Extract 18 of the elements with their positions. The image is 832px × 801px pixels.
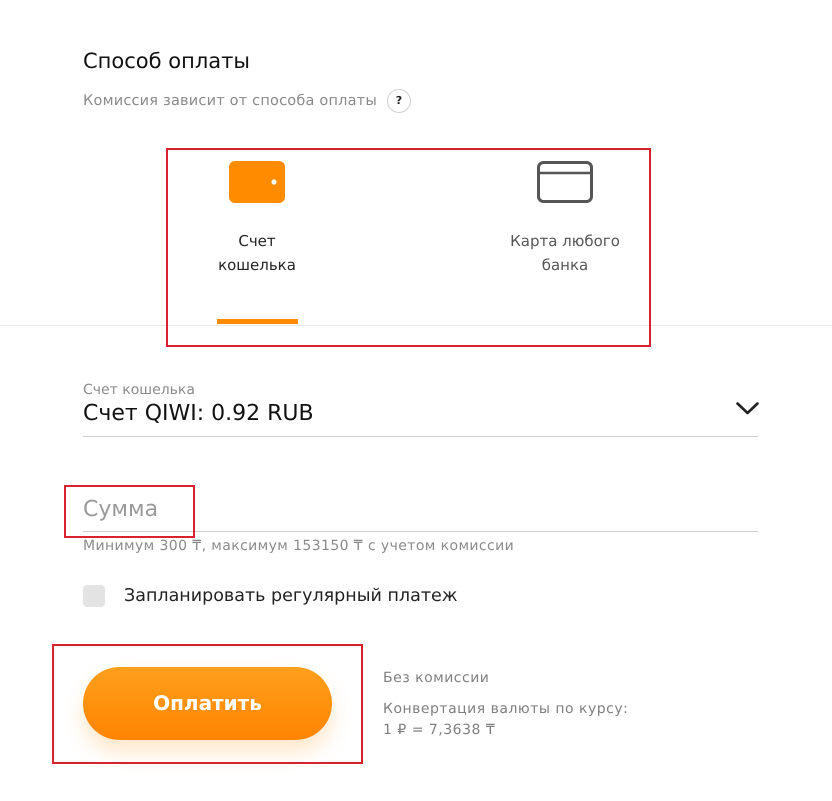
wallet-select[interactable]: Счет кошелька Счет QIWI: 0.92 RUB bbox=[83, 382, 758, 437]
help-button[interactable]: ? bbox=[386, 89, 411, 113]
checkbox[interactable] bbox=[83, 585, 105, 607]
wallet-icon bbox=[229, 161, 285, 203]
info-text: Конвертация валюты по курсу: bbox=[383, 700, 628, 719]
checkbox-label: Запланировать регулярный платеж bbox=[124, 585, 458, 607]
section-subtitle: Комиссия зависит от способа оплаты bbox=[83, 92, 377, 111]
card-icon bbox=[537, 161, 593, 203]
chevron-down-icon bbox=[736, 402, 759, 414]
payment-tab[interactable]: Карта любого банка bbox=[475, 161, 655, 325]
info-text: 1 ₽ = 7,3638 ₸ bbox=[383, 721, 496, 740]
select-value: Счет QIWI: 0.92 RUB bbox=[83, 400, 314, 428]
field-hint: Минимум 300 ₸, максимум 153150 ₸ с учетом комиссии bbox=[83, 538, 516, 554]
amount-field[interactable]: Сумма bbox=[83, 495, 758, 532]
payment-tab[interactable]: Счет кошелька bbox=[167, 161, 347, 325]
section-title: Способ оплаты bbox=[83, 48, 251, 74]
field-label: Счет кошелька bbox=[83, 382, 196, 398]
info-text: Без комиссии bbox=[383, 669, 490, 688]
